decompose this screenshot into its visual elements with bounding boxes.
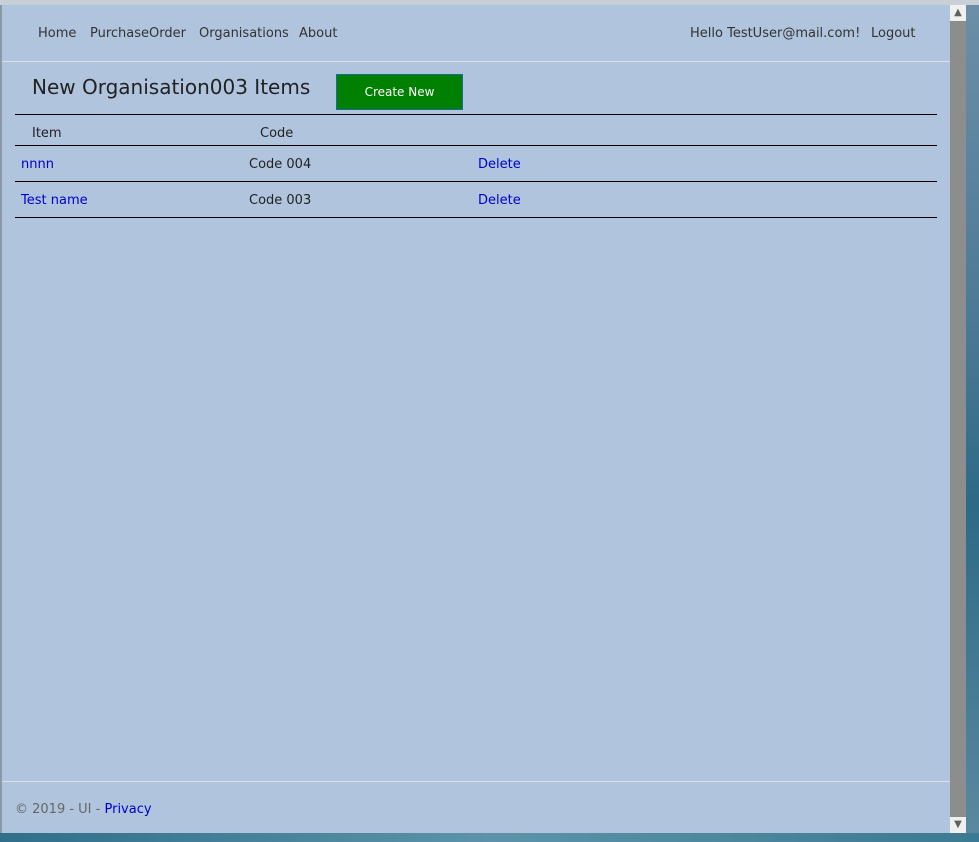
desktop-bottom-strip — [0, 833, 979, 842]
items-table: Item Code nnnn Code 004 Delete Test name… — [15, 114, 937, 218]
nav-organisations-link[interactable]: Organisations — [199, 26, 289, 41]
nav-about-link[interactable]: About — [299, 26, 337, 41]
item-name-link[interactable]: nnnn — [21, 157, 54, 172]
nav-home-link[interactable]: Home — [38, 26, 76, 41]
item-name-link[interactable]: Test name — [21, 193, 88, 208]
logout-link[interactable]: Logout — [871, 26, 916, 41]
delete-link[interactable]: Delete — [478, 157, 521, 172]
privacy-link[interactable]: Privacy — [104, 802, 151, 817]
user-greeting-link[interactable]: Hello TestUser@mail.com! — [690, 26, 860, 41]
chevron-down-icon[interactable]: ▼ — [950, 817, 966, 833]
nav-purchaseorder-link[interactable]: PurchaseOrder — [90, 26, 186, 41]
page-title: New Organisation003 Items — [32, 75, 311, 99]
item-code: Code 004 — [249, 157, 312, 172]
table-row: Test name Code 003 Delete — [15, 182, 937, 218]
column-header-item: Item — [32, 126, 62, 141]
copyright-text: © 2019 - UI - — [15, 802, 105, 817]
vertical-scrollbar[interactable]: ▲ ▼ — [950, 5, 966, 833]
table-header-row: Item Code — [15, 114, 937, 146]
chevron-up-icon[interactable]: ▲ — [950, 5, 966, 21]
create-new-button[interactable]: Create New — [336, 74, 463, 110]
browser-viewport: Home PurchaseOrder Organisations About H… — [2, 5, 950, 833]
column-header-code: Code — [260, 126, 294, 141]
table-row: nnnn Code 004 Delete — [15, 146, 937, 182]
delete-link[interactable]: Delete — [478, 193, 521, 208]
item-code: Code 003 — [249, 193, 312, 208]
top-navbar: Home PurchaseOrder Organisations About H… — [2, 5, 950, 62]
footer-text: © 2019 - UI - Privacy — [15, 802, 152, 817]
page-footer: © 2019 - UI - Privacy — [2, 781, 950, 833]
